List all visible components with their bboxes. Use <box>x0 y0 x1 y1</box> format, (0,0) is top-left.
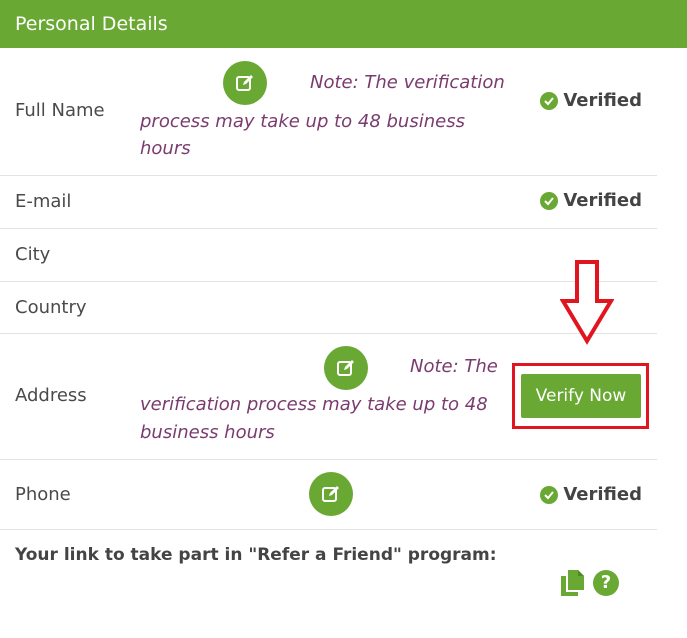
edit-icon <box>322 486 339 502</box>
status-text: Verified <box>563 484 642 505</box>
row-email: E-mail Verified <box>0 176 657 229</box>
status-verified-full-name: Verified <box>540 90 642 111</box>
row-city: City <box>0 229 657 282</box>
note-line-3: hours <box>140 138 191 159</box>
question-circle-icon[interactable]: ? <box>593 570 619 596</box>
note-line-1: Note: The verification <box>310 72 505 93</box>
note-line-1: Note: The <box>410 356 498 377</box>
edit-address-button[interactable] <box>324 346 368 390</box>
status-text: Verified <box>563 190 642 211</box>
label-address: Address <box>15 385 87 406</box>
check-circle-icon <box>540 191 559 210</box>
edit-phone-button[interactable] <box>309 472 353 516</box>
section-title: Personal Details <box>15 13 168 35</box>
label-phone: Phone <box>15 484 71 505</box>
label-country: Country <box>15 297 87 318</box>
section-header: Personal Details <box>0 0 687 48</box>
label-email: E-mail <box>15 191 72 212</box>
edit-icon <box>236 75 253 91</box>
label-full-name: Full Name <box>15 100 105 121</box>
label-city: City <box>15 244 51 265</box>
verify-now-button[interactable]: Verify Now <box>521 374 641 418</box>
note-line-3: business hours <box>140 422 275 443</box>
row-full-name: Full Name Note: The verification process… <box>0 48 657 176</box>
note-line-2: process may take up to 48 business <box>140 111 465 132</box>
status-text: Verified <box>563 90 642 111</box>
check-circle-icon <box>540 91 559 110</box>
arrow-down-icon <box>560 260 614 345</box>
refer-friend-label: Your link to take part in "Refer a Frien… <box>15 545 497 565</box>
row-phone: Phone Verified <box>0 460 657 530</box>
note-line-2: verification process may take up to 48 <box>140 394 488 415</box>
check-circle-icon <box>540 485 559 504</box>
edit-icon <box>337 360 354 376</box>
row-country: Country <box>0 282 657 334</box>
edit-full-name-button[interactable] <box>223 61 267 105</box>
copy-icon[interactable] <box>558 568 588 598</box>
status-verified-email: Verified <box>540 190 642 211</box>
status-verified-phone: Verified <box>540 484 642 505</box>
